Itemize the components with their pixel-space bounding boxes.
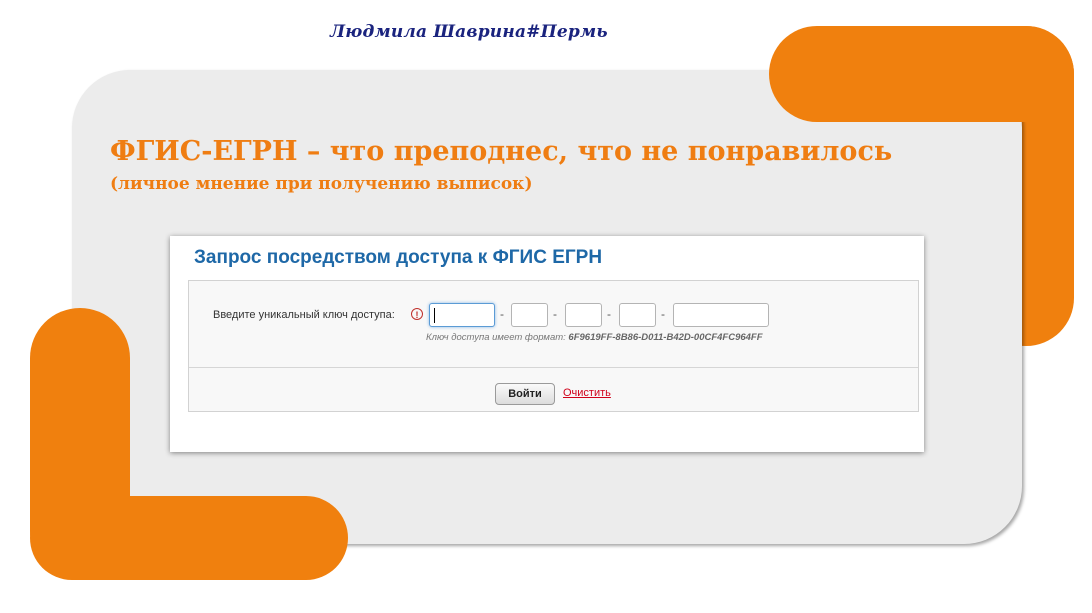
hint-prefix: Ключ доступа имеет формат: — [426, 332, 569, 343]
key-separator: - — [607, 307, 611, 321]
access-key-label: Введите уникальный ключ доступа: — [213, 309, 395, 321]
key-separator: - — [553, 307, 557, 321]
slide-title: ФГИС-ЕГРН – что преподнес, что не понрав… — [110, 136, 893, 167]
slide-subtitle: (личное мнение при получению выписок) — [110, 174, 533, 194]
key-part-4-input[interactable] — [619, 303, 656, 327]
text-cursor — [434, 308, 435, 323]
key-format-hint: Ключ доступа имеет формат: 6F9619FF-8B86… — [426, 332, 763, 343]
info-icon[interactable]: ! — [411, 308, 423, 320]
clear-link[interactable]: Очистить — [563, 387, 611, 399]
decor-orange-top-bar — [769, 26, 1074, 122]
form-divider — [189, 367, 918, 368]
hint-format: 6F9619FF-8B86-D011-B42D-00CF4FC964FF — [568, 332, 763, 343]
key-separator: - — [500, 307, 504, 321]
form-title: Запрос посредством доступа к ФГИС ЕГРН — [194, 247, 603, 268]
author-signature: Людмила Шаврина#Пермь — [330, 22, 608, 42]
access-key-form: Введите уникальный ключ доступа: ! - - -… — [188, 280, 919, 412]
access-form-panel: Запрос посредством доступа к ФГИС ЕГРН В… — [170, 236, 924, 452]
key-separator: - — [661, 307, 665, 321]
key-part-1-input[interactable] — [429, 303, 495, 327]
key-part-5-input[interactable] — [673, 303, 769, 327]
login-button[interactable]: Войти — [495, 383, 555, 405]
key-part-2-input[interactable] — [511, 303, 548, 327]
key-part-3-input[interactable] — [565, 303, 602, 327]
